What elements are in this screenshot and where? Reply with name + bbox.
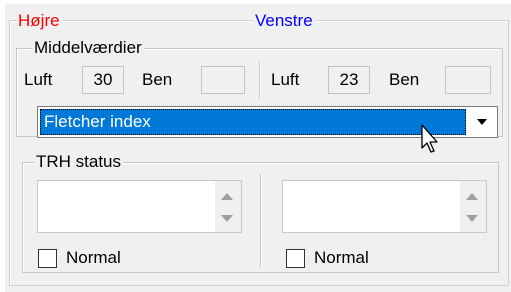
left-bone-label: Ben [389,70,420,89]
left-bone-value [445,66,491,94]
left-ear-legend: Venstre [253,11,315,30]
right-trh-memo[interactable] [37,180,242,233]
index-dropdown-button[interactable] [468,108,496,136]
left-normal-label: Normal [314,248,369,267]
left-air-value: 23 [328,66,370,94]
scroll-down-icon[interactable] [221,215,233,222]
averages-legend: Middelværdier [32,38,144,57]
left-trh-scrollbar[interactable] [460,181,486,232]
averages-separator [259,62,260,98]
right-trh-scrollbar[interactable] [215,181,241,232]
scroll-up-icon[interactable] [221,193,233,200]
left-normal-checkbox[interactable] [286,249,305,268]
right-air-value: 30 [82,66,124,94]
trh-separator [260,174,261,268]
scroll-up-icon[interactable] [466,193,478,200]
right-bone-label: Ben [142,70,173,89]
right-air-label: Luft [24,70,53,89]
chevron-down-icon [477,119,487,125]
index-dropdown-value[interactable]: Fletcher index [40,109,466,135]
left-air-label: Luft [271,70,300,89]
right-ear-legend: Højre [16,11,62,30]
left-trh-memo[interactable] [282,180,487,233]
right-normal-checkbox[interactable] [38,249,57,268]
trh-status-legend: TRH status [34,152,124,171]
right-bone-value [201,66,245,94]
right-normal-label: Normal [66,248,121,267]
mouse-pointer-icon [421,124,438,153]
scroll-down-icon[interactable] [466,215,478,222]
